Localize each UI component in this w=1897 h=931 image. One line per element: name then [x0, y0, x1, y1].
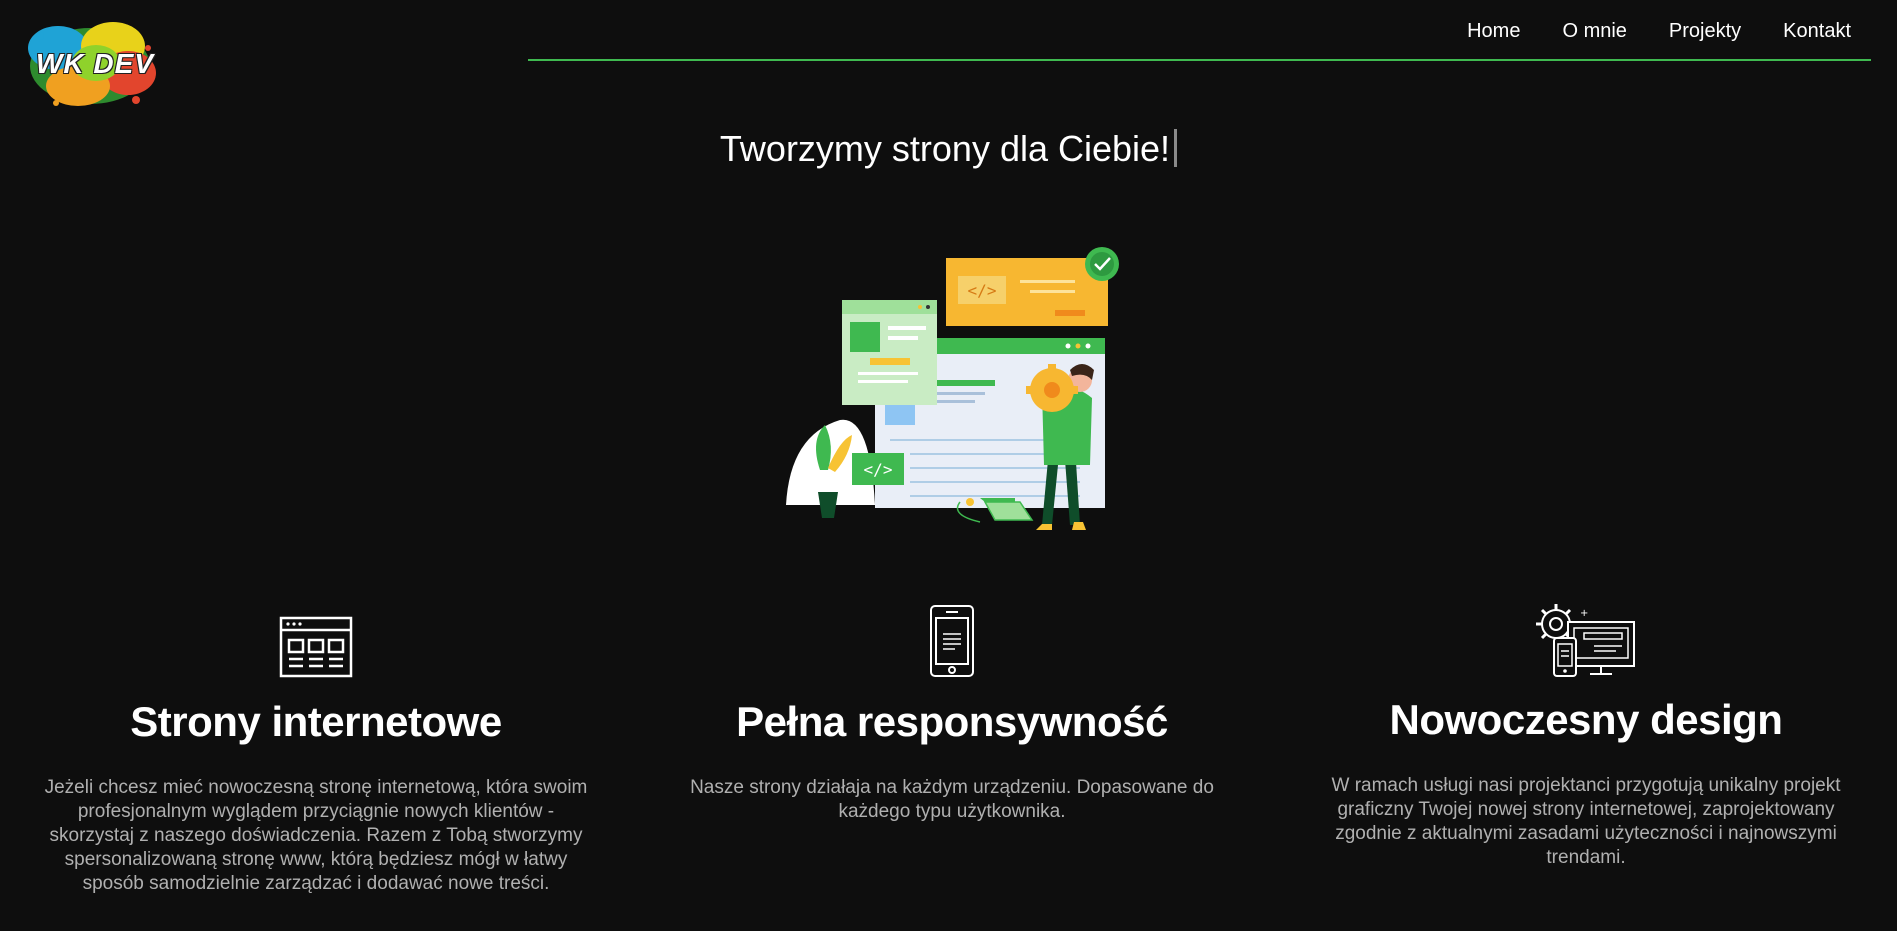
- svg-text:+: +: [1580, 608, 1588, 619]
- feature-description: W ramach usługi nasi projektanci przygot…: [1331, 775, 1841, 868]
- nav-item-o-mnie[interactable]: O mnie: [1562, 20, 1626, 43]
- feature-title: Nowoczesny design: [1389, 696, 1783, 743]
- hero-title: Tworzymy strony dla Ciebie!: [0, 128, 1897, 170]
- feature-design: + Nowoczesny design W ramach usługi nasi…: [1306, 598, 1866, 870]
- feature-description: Nasze strony działaja na każdym urządzen…: [690, 777, 1214, 822]
- smartphone-icon: [930, 605, 974, 677]
- page: WK DEV Home O mnie Projekty Kontakt Twor…: [0, 0, 1897, 931]
- nav-item-kontakt[interactable]: Kontakt: [1783, 20, 1851, 43]
- feature-title: Strony internetowe: [130, 698, 502, 745]
- feature-responsive: Pełna responsywność Nasze strony działaj…: [672, 598, 1232, 824]
- feature-websites: Strony internetowe Jeżeli chcesz mieć no…: [36, 598, 596, 896]
- svg-text:</>: </>: [864, 460, 893, 479]
- feature-description: Jeżeli chcesz mieć nowoczesną stronę int…: [44, 777, 588, 894]
- svg-text:</>: </>: [968, 281, 997, 300]
- nav-item-home[interactable]: Home: [1467, 20, 1520, 43]
- devices-gear-icon: +: [1536, 604, 1635, 677]
- feature-title: Pełna responsywność: [736, 698, 1168, 745]
- typing-cursor: [1174, 129, 1178, 167]
- hero-illustration: </> </>: [780, 240, 1120, 540]
- main-nav: Home O mnie Projekty Kontakt: [1467, 20, 1851, 43]
- nav-divider: [528, 59, 1871, 61]
- nav-item-projekty[interactable]: Projekty: [1669, 20, 1741, 43]
- hero-title-text: Tworzymy strony dla Ciebie!: [719, 128, 1171, 169]
- browser-window-icon: [279, 616, 353, 678]
- logo[interactable]: WK DEV: [18, 8, 163, 118]
- logo-text: WK DEV: [36, 48, 154, 79]
